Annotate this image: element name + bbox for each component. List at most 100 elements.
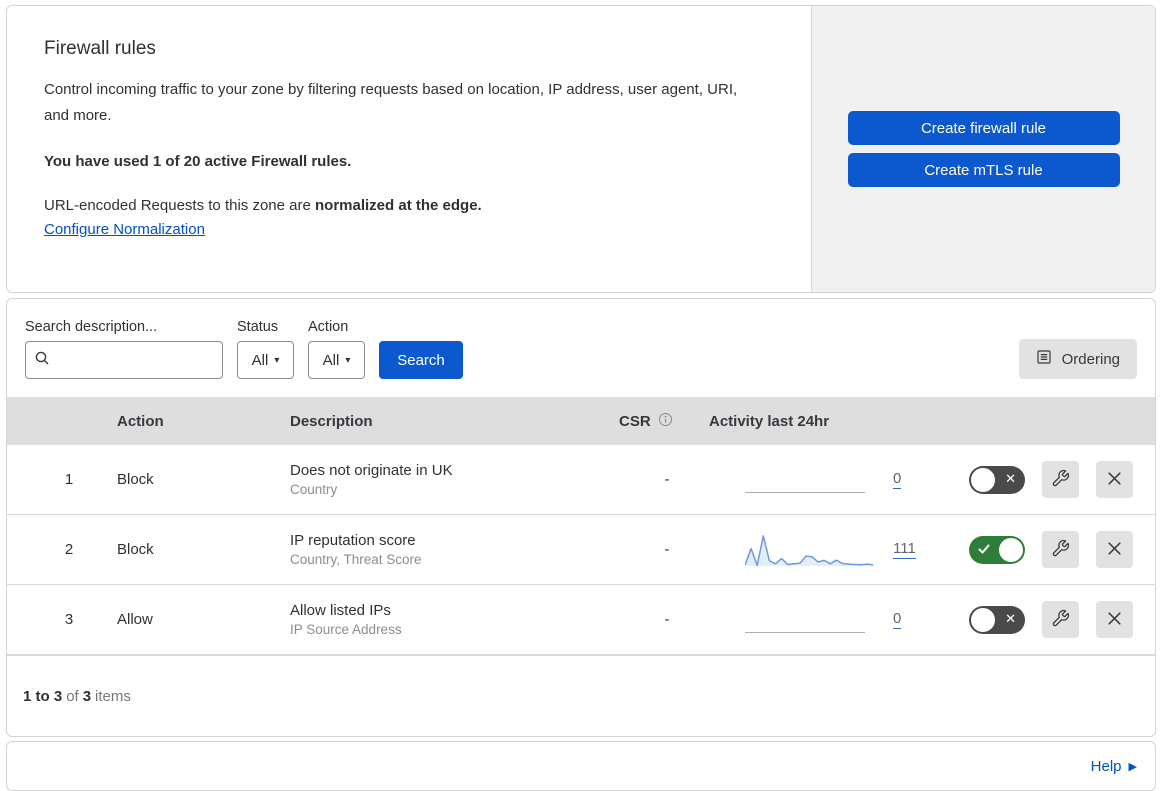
close-icon xyxy=(1106,610,1123,630)
csr-header-label: CSR xyxy=(619,412,651,430)
rule-description: IP reputation score xyxy=(290,532,416,549)
rule-criteria: Country, Threat Score xyxy=(290,552,422,567)
status-dropdown[interactable]: All ▾ xyxy=(237,341,294,379)
check-icon xyxy=(977,542,991,560)
wrench-icon xyxy=(1051,609,1070,631)
activity-sparkline xyxy=(745,461,873,499)
close-icon xyxy=(1106,470,1123,490)
toggle-knob xyxy=(971,467,995,492)
arrow-right-icon: ▶ xyxy=(1128,760,1137,773)
action-dropdown[interactable]: All ▾ xyxy=(308,341,365,379)
table-header: Action Description CSR Activity last 24h… xyxy=(7,397,1155,445)
rule-description-cell: Does not originate in UK Country xyxy=(290,462,607,497)
chevron-down-icon: ▾ xyxy=(345,354,351,366)
overview-text-panel: Firewall rules Control incoming traffic … xyxy=(7,6,812,292)
items-total: 3 xyxy=(82,687,92,705)
chevron-down-icon: ▾ xyxy=(274,354,280,366)
activity-sparkline xyxy=(745,601,873,639)
help-link[interactable]: Help ▶ xyxy=(1091,758,1137,775)
create-mtls-rule-button[interactable]: Create mTLS rule xyxy=(847,153,1120,187)
actions-panel: Create firewall rule Create mTLS rule xyxy=(812,6,1155,292)
normalization-bold-text: normalized at the edge. xyxy=(315,196,482,214)
rule-activity-cell: 0 xyxy=(697,601,929,639)
of-label: of xyxy=(66,687,79,705)
action-filter-group: Action All ▾ xyxy=(308,319,365,379)
rule-csr-value: - xyxy=(664,611,670,628)
ordering-list-icon xyxy=(1036,349,1052,369)
toggle-knob xyxy=(999,537,1023,562)
toggle-knob xyxy=(971,607,995,632)
column-header-activity: Activity last 24hr xyxy=(709,412,830,430)
rule-enabled-toggle[interactable]: ✕ xyxy=(969,465,1025,494)
page-title: Firewall rules xyxy=(44,38,156,59)
status-label: Status xyxy=(237,319,279,335)
delete-rule-button[interactable] xyxy=(1096,531,1133,568)
filter-bar: Search description... Status All ▾ Actio… xyxy=(7,299,1155,397)
table-row: 2 Block IP reputation score Country, Thr… xyxy=(7,515,1155,585)
column-header-csr: CSR xyxy=(607,412,697,431)
search-icon xyxy=(34,350,50,371)
page-description: Control incoming traffic to your zone by… xyxy=(44,81,738,125)
action-dropdown-value: All xyxy=(322,351,340,369)
edit-rule-button[interactable] xyxy=(1042,461,1079,498)
rule-criteria: IP Source Address xyxy=(290,622,402,637)
activity-count-link[interactable]: 0 xyxy=(893,470,902,489)
rule-enabled-toggle[interactable]: ✕ xyxy=(969,605,1025,634)
normalization-note: URL-encoded Requests to this zone are no… xyxy=(44,197,771,214)
activity-count-link[interactable]: 111 xyxy=(893,540,916,559)
help-card: Help ▶ xyxy=(6,741,1156,791)
rule-description-cell: Allow listed IPs IP Source Address xyxy=(290,602,607,637)
zero-activity-line xyxy=(745,631,865,633)
rule-action: Allow xyxy=(117,611,153,628)
rule-csr-value: - xyxy=(664,541,670,558)
search-box xyxy=(25,341,223,379)
rule-criteria: Country xyxy=(290,482,338,497)
table-row: 3 Allow Allow listed IPs IP Source Addre… xyxy=(7,585,1155,655)
pagination-summary: 1 to 3 of 3 items xyxy=(7,655,1155,736)
rule-action: Block xyxy=(117,471,154,488)
delete-rule-button[interactable] xyxy=(1096,601,1133,638)
close-icon xyxy=(1106,540,1123,560)
rule-controls: ✕ xyxy=(929,531,1155,568)
action-label: Action xyxy=(308,319,349,335)
rule-description: Does not originate in UK xyxy=(290,462,453,479)
help-link-label: Help xyxy=(1090,757,1122,775)
items-label: items xyxy=(95,687,131,705)
status-dropdown-value: All xyxy=(251,351,269,369)
ordering-button[interactable]: Ordering xyxy=(1018,339,1137,379)
create-firewall-rule-button[interactable]: Create firewall rule xyxy=(847,111,1120,145)
edit-rule-button[interactable] xyxy=(1042,601,1079,638)
search-group: Search description... xyxy=(25,319,223,379)
rule-enabled-toggle[interactable]: ✕ xyxy=(969,535,1025,564)
table-row: 1 Block Does not originate in UK Country… xyxy=(7,445,1155,515)
overview-card: Firewall rules Control incoming traffic … xyxy=(6,5,1156,293)
firewall-rules-page: Firewall rules Control incoming traffic … xyxy=(0,0,1161,791)
search-input[interactable] xyxy=(56,351,214,369)
rule-description: Allow listed IPs xyxy=(290,602,391,619)
search-label: Search description... xyxy=(25,319,158,335)
activity-count-link[interactable]: 0 xyxy=(893,610,902,629)
search-button[interactable]: Search xyxy=(379,341,463,379)
rule-csr-value: - xyxy=(664,471,670,488)
close-icon: ✕ xyxy=(1005,610,1016,626)
info-icon[interactable] xyxy=(658,412,673,431)
rule-priority: 1 xyxy=(64,471,74,488)
close-icon: ✕ xyxy=(1005,470,1016,486)
wrench-icon xyxy=(1051,539,1070,561)
rule-action: Block xyxy=(117,541,154,558)
wrench-icon xyxy=(1051,469,1070,491)
column-header-action: Action xyxy=(117,412,164,430)
edit-rule-button[interactable] xyxy=(1042,531,1079,568)
items-range: 1 to 3 xyxy=(23,687,63,705)
ordering-button-label: Ordering xyxy=(1061,350,1120,368)
delete-rule-button[interactable] xyxy=(1096,461,1133,498)
rule-priority: 3 xyxy=(64,611,74,628)
configure-normalization-link[interactable]: Configure Normalization xyxy=(44,221,205,238)
rule-controls: ✕ xyxy=(929,601,1155,638)
zero-activity-line xyxy=(745,491,865,493)
activity-sparkline xyxy=(745,531,873,569)
usage-notice: You have used 1 of 20 active Firewall ru… xyxy=(44,152,352,170)
rules-list-card: Search description... Status All ▾ Actio… xyxy=(6,298,1156,737)
rule-activity-cell: 0 xyxy=(697,461,929,499)
column-header-description: Description xyxy=(290,412,373,430)
